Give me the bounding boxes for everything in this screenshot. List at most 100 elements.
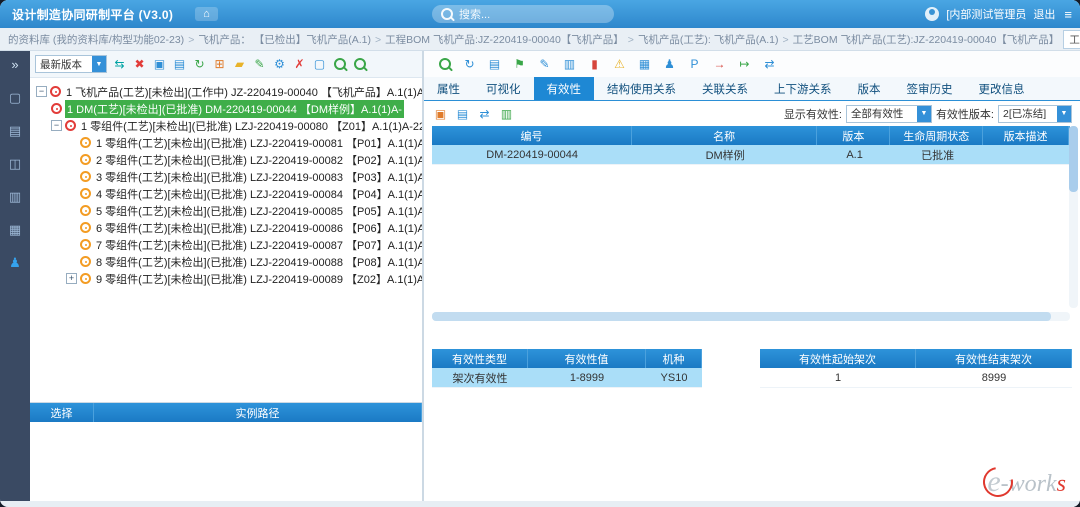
refresh-icon[interactable]: ↻ (461, 56, 478, 73)
chevron-down-icon[interactable]: ▼ (917, 106, 931, 122)
tree-node-label[interactable]: 1 零组件(工艺)[未检出](已批准) LZJ-220419-00081 【P0… (94, 134, 422, 152)
chevron-down-icon[interactable]: ▼ (92, 56, 106, 72)
collapse-icon[interactable]: − (51, 120, 62, 131)
tree-node-label[interactable]: 8 零组件(工艺)[未检出](已批准) LZJ-220419-00088 【P0… (94, 253, 422, 271)
expand-icon[interactable]: + (66, 273, 77, 284)
tree-node[interactable]: 1 零组件(工艺)[未检出](已批准) LZJ-220419-00081 【P0… (66, 134, 420, 151)
breadcrumb-segment[interactable]: 的资料库 (我的资料库/构型功能02-23) (8, 34, 184, 46)
settings-icon[interactable]: ⚙ (271, 56, 288, 73)
bookmark-icon[interactable]: ▮ (586, 56, 603, 73)
plugin-icon[interactable]: ▥ (6, 187, 24, 205)
tree-node[interactable]: 4 零组件(工艺)[未检出](已批准) LZJ-220419-00084 【P0… (66, 185, 420, 202)
tab-item[interactable]: 版本 (845, 77, 894, 100)
logout-button[interactable]: 退出 (1033, 6, 1055, 22)
tree-node[interactable]: 3 零组件(工艺)[未检出](已批准) LZJ-220419-00083 【P0… (66, 168, 420, 185)
transfer-icon[interactable]: ⇄ (761, 56, 778, 73)
monitor-icon[interactable]: ▢ (6, 88, 24, 106)
display-icon[interactable]: ▦ (6, 220, 24, 238)
search-icon[interactable] (436, 56, 453, 73)
zoom-out-icon[interactable] (351, 56, 368, 73)
table-row[interactable]: DM-220419-00044DM样例A.1已批准✓ (432, 145, 1070, 165)
menu-icon[interactable]: ≡ (1064, 7, 1072, 22)
column-header[interactable]: 生命周期状态 (890, 126, 983, 145)
chart-icon[interactable]: ▦ (636, 56, 653, 73)
tree-node[interactable]: 2 零组件(工艺)[未检出](已批准) LZJ-220419-00082 【P0… (66, 151, 420, 168)
tab-item[interactable]: 上下游关系 (761, 77, 845, 100)
tree-node[interactable]: − 1 零组件(工艺)[未检出](已批准) LZJ-220419-00080 【Z… (51, 117, 420, 134)
chevron-down-icon[interactable]: ▼ (1057, 106, 1071, 122)
table-row[interactable]: 架次有效性1-8999YS10 (432, 368, 702, 388)
column-header[interactable]: 有效性起始架次 (760, 349, 916, 368)
save-as-icon[interactable]: ▤ (171, 56, 188, 73)
compare-icon[interactable]: ⇄ (476, 105, 493, 122)
table-row[interactable]: 18999 (760, 368, 1072, 388)
save-icon[interactable]: ▣ (151, 56, 168, 73)
horizontal-scrollbar[interactable] (432, 312, 1070, 321)
link-parts-icon[interactable]: ⇆ (111, 56, 128, 73)
column-header[interactable]: 有效性类型 (432, 349, 528, 368)
column-header[interactable]: 版本描述 (983, 126, 1069, 145)
column-header[interactable]: 名称 (632, 126, 817, 145)
version-select[interactable]: 最新版本 ▼ (35, 55, 107, 73)
tree-node-label[interactable]: 5 零组件(工艺)[未检出](已批准) LZJ-220419-00085 【P0… (94, 202, 422, 220)
report-icon[interactable]: ▥ (561, 56, 578, 73)
breadcrumb-segment[interactable]: 工艺BOM 飞机产品(工艺):JZ-220419-00040【飞机产品】 (793, 34, 1060, 46)
tab-item[interactable]: 结构使用关系 (594, 77, 689, 100)
remove-icon[interactable]: ✗ (291, 56, 308, 73)
tree-node[interactable]: +9 零组件(工艺)[未检出](已批准) LZJ-220419-00089 【Z… (66, 270, 420, 287)
warning-icon[interactable]: ⚠ (611, 56, 628, 73)
column-header[interactable]: 有效性值 (528, 349, 646, 368)
validity-version-select[interactable]: 2[已冻结] ▼ (998, 105, 1072, 123)
team-icon[interactable]: ♟ (661, 56, 678, 73)
edit-icon[interactable]: ✎ (536, 56, 553, 73)
tree-node-label[interactable]: 1 零组件(工艺)[未检出](已批准) LZJ-220419-00080 【Z0… (79, 117, 422, 135)
document-icon[interactable]: ▤ (486, 56, 503, 73)
folder-icon[interactable]: ▰ (231, 56, 248, 73)
process-p-icon[interactable]: P (686, 56, 703, 73)
tree-node-label[interactable]: 1 DM(工艺)[未检出](已批准) DM-220419-00044 【DM样例… (65, 100, 404, 118)
tab-item[interactable]: 签审历史 (894, 77, 966, 100)
column-header[interactable]: 选择 (30, 403, 94, 422)
horizontal-scroll-thumb[interactable] (432, 312, 1051, 321)
vertical-scrollbar[interactable] (1069, 126, 1078, 308)
library-icon[interactable]: ▤ (6, 121, 24, 139)
tree-node-label[interactable]: 2 零组件(工艺)[未检出](已批准) LZJ-220419-00082 【P0… (94, 151, 422, 169)
zoom-in-icon[interactable] (331, 56, 348, 73)
user-avatar-icon[interactable] (925, 7, 939, 21)
column-header[interactable]: 版本 (817, 126, 890, 145)
tab-item[interactable]: 更改信息 (966, 77, 1038, 100)
package-icon[interactable]: ◫ (6, 154, 24, 172)
context-select[interactable]: 工艺BOM 飞机产品(工艺):JZ... ▼ (1063, 30, 1080, 49)
tree-node[interactable]: 8 零组件(工艺)[未检出](已批准) LZJ-220419-00088 【P0… (66, 253, 420, 270)
tree-node[interactable]: 7 零组件(工艺)[未检出](已批准) LZJ-220419-00087 【P0… (66, 236, 420, 253)
tree-node-label[interactable]: 6 零组件(工艺)[未检出](已批准) LZJ-220419-00086 【P0… (94, 219, 422, 237)
global-search-input[interactable]: 搜索... (432, 5, 614, 23)
export-icon[interactable]: ↦ (736, 56, 753, 73)
vertical-scroll-thumb[interactable] (1069, 126, 1078, 192)
column-header[interactable]: 机种 (646, 349, 702, 368)
expand-rail-icon[interactable]: » (6, 55, 24, 73)
show-validity-select[interactable]: 全部有效性 ▼ (846, 105, 932, 123)
tab-item[interactable]: 关联关系 (689, 77, 761, 100)
tree-node-label[interactable]: 1 飞机产品(工艺)[未检出](工作中) JZ-220419-00040 【飞机… (64, 83, 422, 101)
tree-node[interactable]: 6 零组件(工艺)[未检出](已批准) LZJ-220419-00086 【P0… (66, 219, 420, 236)
breadcrumb-segment[interactable]: 飞机产品(工艺): 飞机产品(A.1) (638, 34, 779, 46)
delete-icon[interactable]: ✖ (131, 56, 148, 73)
column-header[interactable]: 实例路径 (94, 403, 422, 422)
collapse-icon[interactable]: − (36, 86, 47, 97)
edit-icon[interactable]: ✎ (251, 56, 268, 73)
tree-node-label[interactable]: 4 零组件(工艺)[未检出](已批准) LZJ-220419-00084 【P0… (94, 185, 422, 203)
tree-node[interactable]: − 1 飞机产品(工艺)[未检出](工作中) JZ-220419-00040 【飞… (36, 83, 420, 100)
export-list-icon[interactable]: ▥ (498, 105, 515, 122)
tab-item[interactable]: 可视化 (473, 77, 534, 100)
route-icon[interactable]: → (711, 56, 728, 73)
tree-node-label[interactable]: 7 零组件(工艺)[未检出](已批准) LZJ-220419-00087 【P0… (94, 236, 422, 254)
tree-node[interactable]: 1 DM(工艺)[未检出](已批准) DM-220419-00044 【DM样例… (51, 100, 420, 117)
tree-node-label[interactable]: 9 零组件(工艺)[未检出](已批准) LZJ-220419-00089 【Z0… (94, 270, 422, 288)
refresh-icon[interactable]: ↻ (191, 56, 208, 73)
column-header[interactable]: 编号 (432, 126, 632, 145)
select-region-icon[interactable]: ▢ (311, 56, 328, 73)
paste-icon[interactable]: ⊞ (211, 56, 228, 73)
tree-node-label[interactable]: 3 零组件(工艺)[未检出](已批准) LZJ-220419-00083 【P0… (94, 168, 422, 186)
check-in-icon[interactable]: ⚑ (511, 56, 528, 73)
